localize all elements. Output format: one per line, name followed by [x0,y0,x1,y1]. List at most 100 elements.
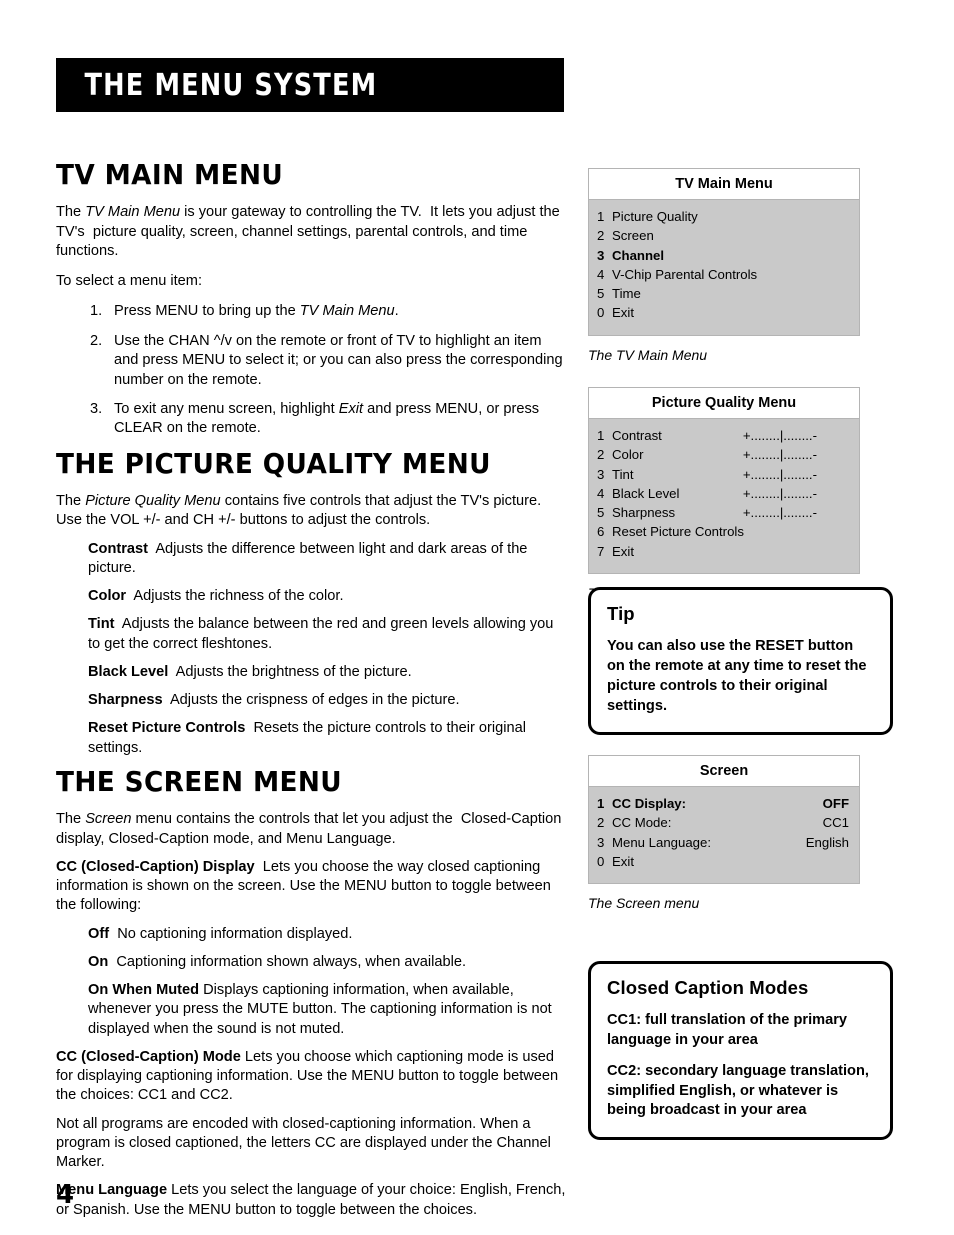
row-number: 3 [597,834,605,850]
menu-row[interactable]: 4 Black Level +........|........- [597,484,849,503]
callout-closed-caption-modes: Closed Caption Modes CC1: full translati… [588,961,893,1141]
option-term: Off [88,925,110,942]
menu-row[interactable]: 5 Sharpness +........|........- [597,503,849,522]
step-item: To exit any menu screen, highlight Exit … [90,400,540,437]
option-term: On [88,953,109,970]
inline-italic-picture-quality-menu: Picture Quality Menu [85,493,221,510]
figure-picture-quality-menu: Picture Quality Menu 1 Contrast +........|… [588,387,860,601]
row-label: Color [612,447,644,463]
menu-row[interactable]: 5 Time [597,284,849,303]
row-value[interactable]: OFF [823,794,849,813]
row-number: 2 [597,228,605,244]
tip-box: Tip You can also use the RESET button on… [588,587,893,736]
paragraph-screen-intro: The Screen menu contains the controls th… [56,811,562,847]
menu-row-selected[interactable]: 1 CC Display: OFF [597,794,849,813]
menu-row-exit[interactable]: 0 Exit [597,303,849,322]
row-number: 6 [597,524,605,540]
paragraph-cc-note: Not all programs are encoded with closed… [56,1115,551,1171]
cc-modes-title: Closed Caption Modes [607,977,809,998]
row-number: 2 [597,447,605,463]
row-label: Black Level [612,485,680,501]
definition-desc: Adjusts the richness of the color. [133,588,344,605]
banner-title: THE MENU SYSTEM [84,67,378,103]
menu-row[interactable]: 1 Contrast +........|........- [597,426,849,445]
row-label: Screen [612,228,654,244]
row-label: Picture Quality [612,209,698,224]
paragraph-menu-language: Menu Language Lets you select the langua… [56,1181,568,1220]
menu-row[interactable]: 2 Color +........|........- [597,445,849,464]
definition-desc: Adjusts the brightness of the picture. [175,663,412,680]
menu-row[interactable]: 6 Reset Picture Controls [597,522,849,541]
row-value[interactable]: English [806,833,849,852]
slider-indicator[interactable]: +........|........- [743,465,849,484]
term-cc-display: CC (Closed-Caption) Display [56,858,255,875]
slider-indicator[interactable]: +........|........- [743,484,849,503]
row-label: Menu Language: [612,834,711,850]
tip-body: You can also use the RESET button on the… [607,638,867,714]
row-label: Time [612,286,641,302]
row-number: 1 [597,796,605,811]
option-desc: No captioning information displayed. [117,925,353,942]
menu-row[interactable]: 2 Screen [597,226,849,245]
menu-row[interactable]: 3 Menu Language: English [597,833,849,852]
option-on-when-muted: On When Muted Displays captioning inform… [88,981,568,1039]
option-on: On Captioning information shown always, … [88,953,568,972]
definition-desc: Adjusts the crispness of edges in the pi… [169,692,460,709]
definition-term: Contrast [88,540,148,557]
row-number: 0 [597,305,605,321]
menu-row[interactable]: 2 CC Mode: CC1 [597,813,849,832]
menu-row[interactable]: 4 V-Chip Parental Controls [597,265,849,284]
cc-modes-line-1: CC1: full translation of the primary lan… [607,1012,848,1048]
row-label: CC Mode: [612,815,672,831]
inline-italic-exit: Exit [338,401,364,418]
row-label: Tint [612,466,634,482]
main-content-column: TV MAIN MENU The TV Main Menu is your ga… [56,160,568,1229]
row-number: 4 [597,266,605,282]
term-cc-mode: CC (Closed-Caption) Mode [56,1048,241,1065]
picture-quality-menu-title: Picture Quality Menu [589,388,859,419]
paragraph-tv-main-intro: The TV Main Menu is your gateway to cont… [56,204,560,259]
inline-italic-screen: Screen [85,811,132,828]
row-number: 0 [597,853,605,869]
cc-modes-line-2: CC2: secondary language translation, sim… [607,1062,869,1119]
tv-main-menu-title: TV Main Menu [589,169,859,200]
row-label: Contrast [612,428,662,443]
definition-desc: Adjusts the balance between the red and … [88,616,554,652]
tv-main-menu-rows: 1 Picture Quality 2 Screen 3 Channel 4 V-Chi… [589,200,859,335]
heading-tv-main-menu: TV MAIN MENU [56,158,284,191]
row-value[interactable]: CC1 [823,813,849,832]
row-label: Exit [612,543,634,559]
heading-picture-quality-menu: THE PICTURE QUALITY MENU [56,446,491,480]
row-label: V-Chip Parental Controls [612,266,758,282]
picture-quality-menu-rows: 1 Contrast +........|........- 2 Color +....… [589,419,859,573]
figure-screen-menu: Screen 1 CC Display: OFF 2 CC Mode: CC1 3 Men… [588,755,860,911]
menu-row-selected[interactable]: 3 Channel [597,246,849,265]
option-off: Off No captioning information displayed. [88,925,568,944]
definition-tint: Tint Adjusts the balance between the red… [88,615,568,654]
picture-quality-definitions: Contrast Adjusts the difference between … [88,540,568,758]
step-item: Press MENU to bring up the TV Main Menu. [90,302,399,322]
menu-row-exit[interactable]: 0 Exit [597,852,849,871]
row-label: Channel [612,247,665,263]
slider-indicator[interactable]: +........|........- [743,503,849,522]
slider-indicator[interactable]: +........|........- [743,426,849,445]
inline-italic-tv-main-menu-2: TV Main Menu [299,303,395,320]
heading-screen-menu: THE SCREEN MENU [56,764,343,798]
screen-menu-title: Screen [589,756,859,787]
definition-sharpness: Sharpness Adjusts the crispness of edges… [88,691,568,710]
menu-row-exit[interactable]: 7 Exit [597,542,849,561]
definition-term: Tint [88,616,115,633]
option-desc: Captioning information shown always, whe… [116,953,467,970]
slider-indicator[interactable]: +........|........- [743,445,849,464]
row-label: Exit [612,305,634,321]
definition-color: Color Adjusts the richness of the color. [88,587,568,606]
callout-tip: Tip You can also use the RESET button on… [588,587,893,736]
figure-caption: The Screen menu [588,895,700,912]
page-banner: THE MENU SYSTEM [56,58,564,112]
menu-row[interactable]: 3 Tint +........|........- [597,465,849,484]
steps-list: Press MENU to bring up the TV Main Menu.… [56,302,568,438]
menu-row[interactable]: 1 Picture Quality [597,207,849,226]
paragraph-select-menu-item: To select a menu item: [56,273,203,290]
row-number: 4 [597,485,605,501]
row-number: 1 [597,428,605,443]
